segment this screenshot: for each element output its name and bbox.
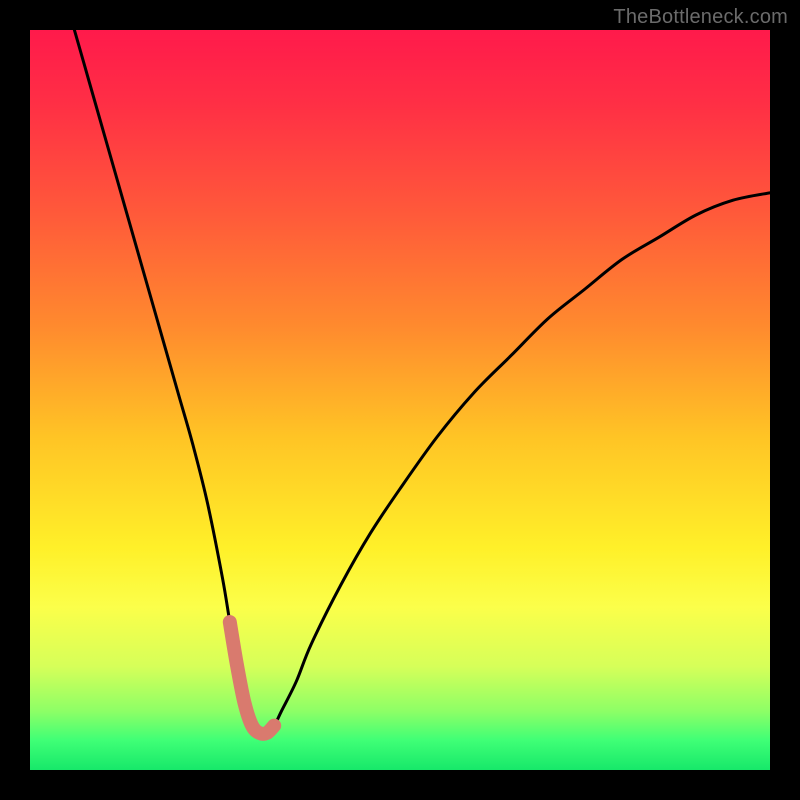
optimal-range-highlight — [230, 622, 274, 734]
bottleneck-curve — [30, 30, 770, 770]
chart-frame: TheBottleneck.com — [0, 0, 800, 800]
plot-area — [30, 30, 770, 770]
watermark-text: TheBottleneck.com — [613, 6, 788, 29]
